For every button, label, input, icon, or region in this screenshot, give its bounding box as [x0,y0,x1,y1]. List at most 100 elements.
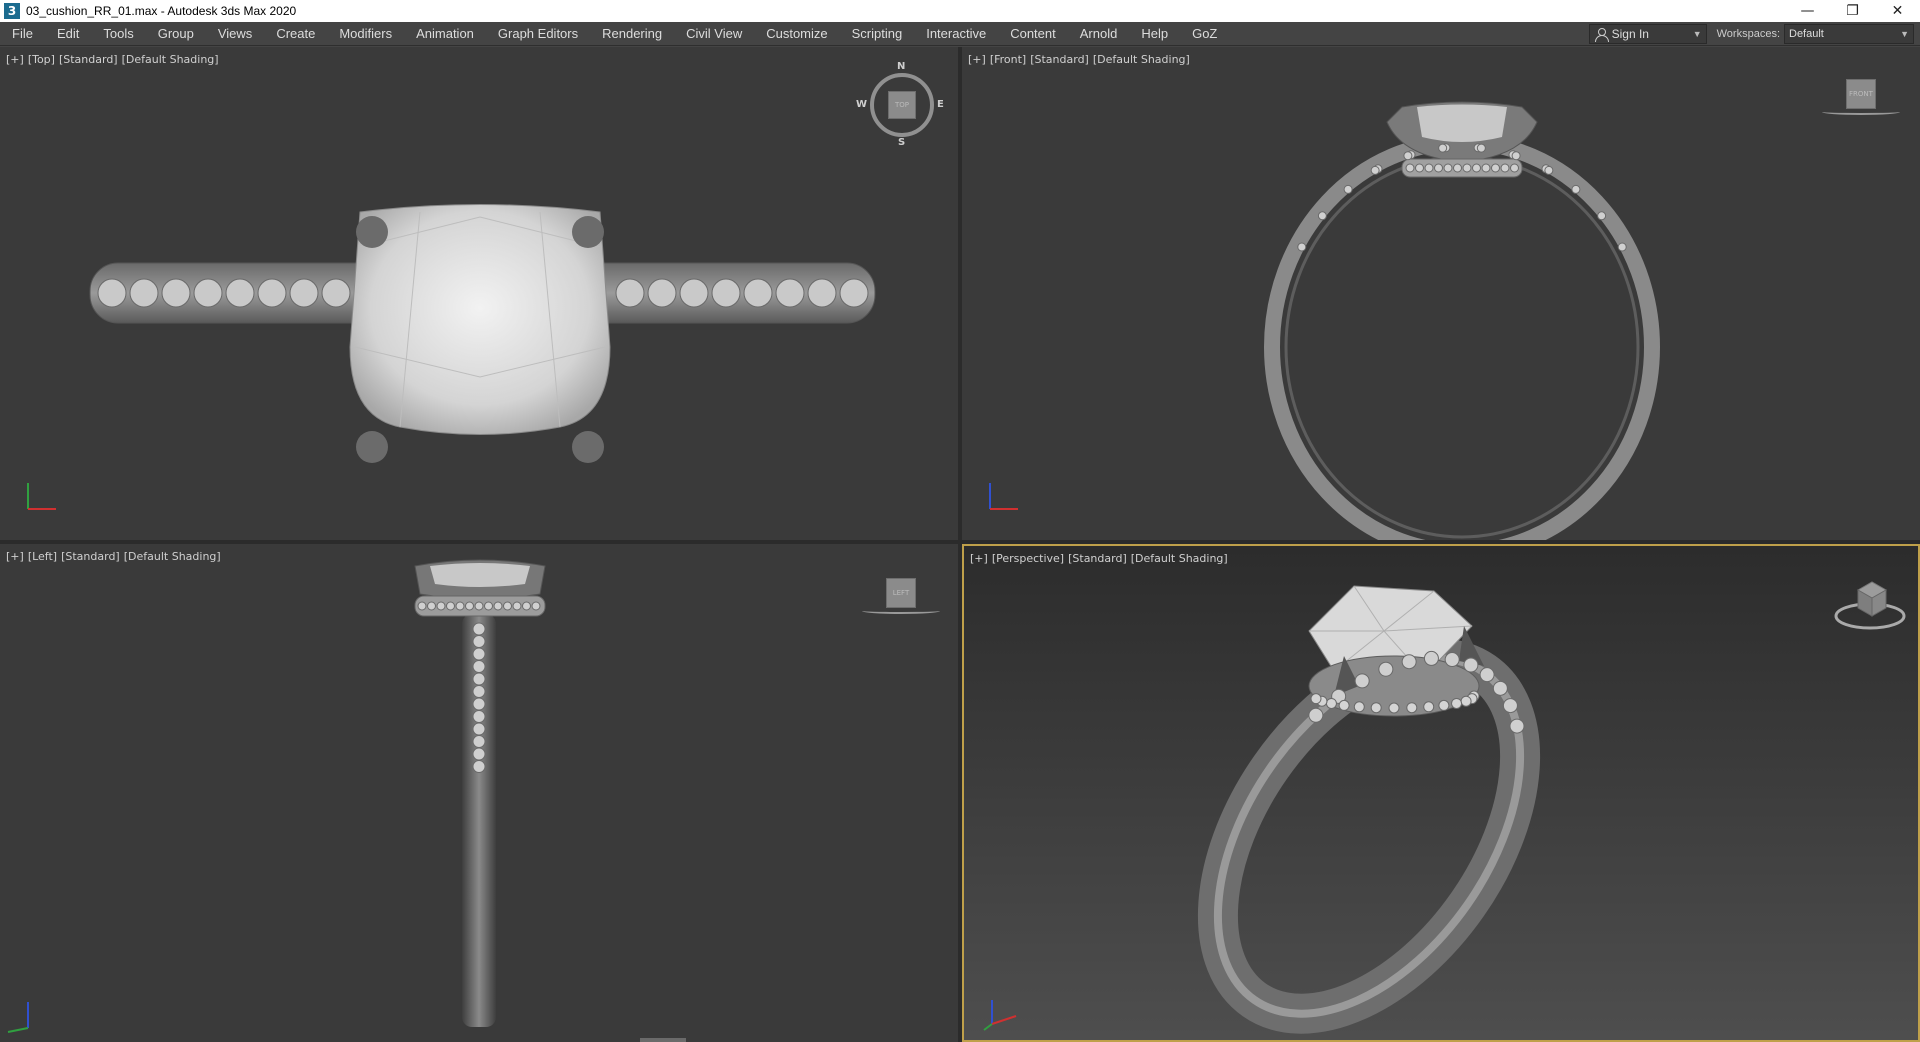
viewport-view-name[interactable]: [Perspective] [992,552,1064,565]
accent-stone [129,278,159,308]
title-bar: 3 03_cushion_RR_01.max - Autodesk 3ds Ma… [0,0,1920,22]
accent-stone [436,601,446,611]
accent-stone [474,601,484,611]
minimize-button[interactable]: — [1785,0,1830,22]
viewport-label-perspective[interactable]: [+] [Perspective] [Standard] [Default Shadi… [970,552,1232,565]
accent-stone [1401,654,1417,670]
viewcube-face[interactable]: LEFT [886,578,916,608]
accent-stone [1451,697,1463,709]
menu-civil-view[interactable]: Civil View [674,22,754,46]
3dsmax-app-icon[interactable]: 3 [4,3,20,19]
accent-stone [1354,673,1370,689]
viewcube-left[interactable]: LEFT [860,578,940,628]
viewport-front[interactable]: [+] [Front] [Standard] [Default Shading] FR… [962,47,1920,540]
accent-stone [484,601,493,611]
viewport-left[interactable]: [+] [Left] [Standard] [Default Shading] LEF… [0,544,958,1042]
app-window: 3 03_cushion_RR_01.max - Autodesk 3ds Ma… [0,0,1920,1042]
viewport-top[interactable]: [+] [Top] [Standard] [Default Shading] TOP … [0,47,958,540]
workspace-select[interactable]: Default ▼ [1784,23,1914,44]
accent-stone [1297,242,1307,252]
compass-west: W [856,99,868,110]
viewcube-face[interactable]: TOP [888,91,916,119]
viewport-view-name[interactable]: [Front] [990,53,1026,66]
viewport-style[interactable]: [Standard] [1068,552,1127,565]
sign-in-dropdown[interactable]: Sign In ▼ [1588,23,1707,44]
menu-modifiers[interactable]: Modifiers [327,22,404,46]
accent-stone [1463,657,1479,673]
menu-content[interactable]: Content [998,22,1068,46]
viewcube-ring[interactable] [862,608,940,614]
accent-stone [472,747,486,761]
viewport-perspective[interactable]: [+] [Perspective] [Standard] [Default Shadi… [962,544,1920,1042]
accent-stone [472,760,486,773]
viewcube-front[interactable]: FRONT [1820,79,1900,129]
accent-stone [1509,718,1525,734]
accent-stone [427,601,436,611]
accent-stone [472,635,486,648]
menu-arnold[interactable]: Arnold [1068,22,1130,46]
viewport-style[interactable]: [Standard] [59,53,118,66]
viewcube-face[interactable]: FRONT [1846,79,1876,109]
menu-interactive[interactable]: Interactive [914,22,998,46]
accent-stone [289,278,319,308]
viewport-view-name[interactable]: [Top] [28,53,55,66]
accent-stone [1423,701,1435,713]
viewport-label-left[interactable]: [+] [Left] [Standard] [Default Shading] [6,550,225,563]
accent-stone [472,722,486,736]
menu-create[interactable]: Create [264,22,327,46]
viewport-area: [+] [Top] [Standard] [Default Shading] TOP … [0,47,1920,1042]
viewport-plus-menu[interactable]: [+] [6,550,24,563]
menu-rendering[interactable]: Rendering [590,22,674,46]
accent-stone [615,278,645,308]
menu-group[interactable]: Group [146,22,206,46]
accent-stone [472,710,486,723]
accent-stone [1310,693,1322,705]
accent-stone [1434,163,1443,173]
viewport-shading[interactable]: [Default Shading] [1093,53,1190,66]
viewport-style[interactable]: [Standard] [61,550,120,563]
accent-stone [472,622,486,636]
close-button[interactable]: ✕ [1875,0,1920,22]
restore-button[interactable]: ❐ [1830,0,1875,22]
menu-edit[interactable]: Edit [45,22,91,46]
menu-goz[interactable]: GoZ [1180,22,1229,46]
menu-animation[interactable]: Animation [404,22,486,46]
viewport-shading[interactable]: [Default Shading] [122,53,219,66]
accent-stone [1479,667,1495,683]
accent-stone [1438,699,1450,711]
viewport-shading[interactable]: [Default Shading] [124,550,221,563]
viewcube-perspective[interactable] [1830,576,1910,636]
accent-stone [161,278,191,308]
accent-stone [1544,165,1554,175]
menu-tools[interactable]: Tools [91,22,145,46]
accent-stone [1338,699,1350,711]
accent-stone [1438,143,1448,153]
accent-stone [1343,184,1353,194]
viewport-label-front[interactable]: [+] [Front] [Standard] [Default Shading] [968,53,1194,66]
viewcube-top[interactable]: TOP N S E W [856,61,944,148]
accent-stone [1511,151,1521,161]
axis-tripod-icon [7,1002,29,1033]
menu-graph-editors[interactable]: Graph Editors [486,22,590,46]
viewcube-ring[interactable] [1822,109,1900,115]
accent-stone [472,672,486,686]
viewport-resize-handle[interactable] [640,1038,686,1042]
accent-stone [1481,163,1491,173]
menu-help[interactable]: Help [1129,22,1180,46]
viewport-shading[interactable]: [Default Shading] [1131,552,1228,565]
viewport-plus-menu[interactable]: [+] [970,552,988,565]
accent-stone [417,601,427,611]
viewport-plus-menu[interactable]: [+] [6,53,24,66]
menu-file[interactable]: File [0,22,45,46]
menu-customize[interactable]: Customize [754,22,839,46]
viewport-view-name[interactable]: [Left] [28,550,57,563]
viewport-plus-menu[interactable]: [+] [968,53,986,66]
viewport-style[interactable]: [Standard] [1030,53,1089,66]
accent-stone [647,278,677,308]
menu-scripting[interactable]: Scripting [840,22,915,46]
accent-stone [711,278,741,308]
viewport-label-top[interactable]: [+] [Top] [Standard] [Default Shading] [6,53,223,66]
workspace-value: Default [1789,27,1824,40]
accent-stone [446,601,455,611]
menu-views[interactable]: Views [206,22,264,46]
